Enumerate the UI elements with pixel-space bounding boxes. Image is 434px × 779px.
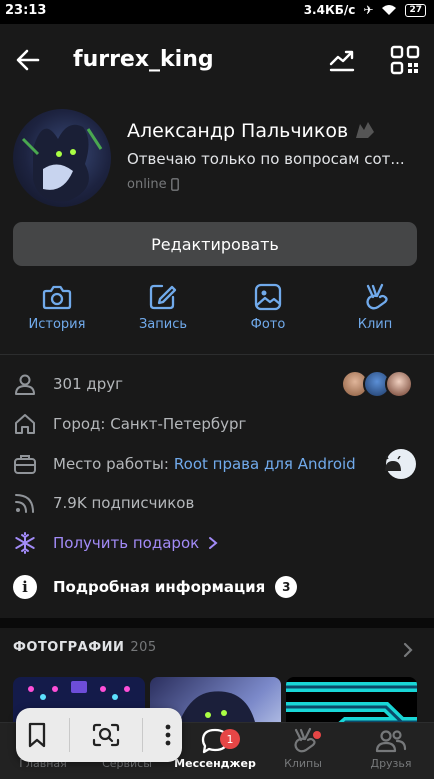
action-story[interactable]: История (12, 283, 102, 332)
wolf-emoji-icon (356, 122, 375, 138)
messenger-badge: 1 (220, 729, 240, 749)
action-label: Фото (250, 317, 286, 332)
tab-clips[interactable]: Клипы (260, 727, 346, 770)
tab-label: Клипы (284, 757, 322, 770)
details-button[interactable]: i Подробная информация 3 (13, 575, 298, 599)
city-text: Город: Санкт-Петербург (53, 415, 247, 433)
tab-label: Мессенджер (174, 757, 256, 770)
section-divider (0, 618, 434, 628)
battery-icon: 27 (405, 3, 426, 17)
city-row: Город: Санкт-Петербург (13, 409, 421, 439)
top-bar: furrex_king (0, 24, 434, 98)
divider (0, 354, 434, 355)
clips-icon (294, 727, 316, 753)
airplane-icon: ✈ (363, 3, 374, 17)
action-label: История (28, 317, 86, 332)
gift-row[interactable]: Получить подарок (13, 528, 421, 558)
status-right: 3.4КБ/с ✈ 27 (304, 3, 426, 17)
toolbar-separator (141, 718, 143, 752)
quick-actions: История Запись Фото Клип (0, 283, 434, 341)
statistics-icon[interactable] (328, 46, 356, 74)
work-prefix: Место работы: (53, 455, 169, 473)
tab-messenger[interactable]: Мессенджер 1 (172, 727, 258, 770)
home-icon (15, 414, 35, 434)
mobile-phone-icon (170, 178, 179, 191)
friends-avatars[interactable] (341, 370, 413, 398)
floating-toolbar (16, 708, 182, 762)
action-photo[interactable]: Фото (223, 283, 313, 332)
snowflake-icon (15, 532, 35, 554)
info-icon: i (13, 575, 37, 599)
avatar[interactable] (13, 109, 111, 207)
photos-title: ФОТОГРАФИИ (13, 640, 125, 655)
photos-header[interactable]: ФОТОГРАФИИ 205 (13, 640, 157, 655)
android-logo-icon[interactable] (385, 449, 416, 479)
friends-row[interactable]: 301 друг (13, 369, 421, 399)
profile-name: Александр Пальчиков (127, 120, 376, 142)
page-title: furrex_king (73, 47, 214, 72)
chevron-right-icon[interactable] (402, 642, 414, 658)
net-speed: 3.4КБ/с (303, 3, 356, 17)
qr-code-icon[interactable] (390, 45, 420, 75)
tab-friends[interactable]: Друзья (348, 727, 434, 770)
status-time: 23:13 (5, 3, 47, 18)
followers-row[interactable]: 7.9K подписчиков (13, 488, 421, 518)
tab-label: Друзья (370, 757, 412, 770)
avatar-art (21, 124, 103, 202)
friends-icon (375, 730, 407, 753)
action-post[interactable]: Запись (118, 283, 208, 332)
bookmark-icon[interactable] (26, 722, 48, 748)
lens-search-icon[interactable] (91, 722, 121, 748)
clips-notification-dot (313, 731, 321, 739)
friends-count: 301 друг (53, 375, 124, 393)
followers-count: 7.9K подписчиков (53, 494, 195, 512)
work-link[interactable]: Root права для Android (174, 455, 356, 473)
online-status: online (127, 177, 179, 192)
more-vertical-icon[interactable] (164, 722, 172, 748)
friend-avatar (385, 370, 413, 398)
profile-status[interactable]: Отвечаю только по вопросам сот... (127, 150, 417, 168)
chevron-right-icon (209, 537, 218, 549)
camera-icon (42, 285, 72, 310)
work-row: Место работы: Root права для Android (13, 449, 421, 479)
rss-icon (15, 494, 34, 513)
details-label: Подробная информация (53, 578, 266, 596)
gift-label: Получить подарок (53, 534, 200, 552)
briefcase-icon (14, 455, 36, 474)
action-label: Клип (357, 317, 393, 332)
details-count-badge: 3 (275, 576, 298, 598)
photos-count: 205 (130, 640, 157, 655)
clip-icon (366, 283, 388, 310)
image-icon (254, 283, 282, 311)
status-bar: 23:13 3.4КБ/с ✈ 27 (0, 0, 434, 24)
toolbar-separator (69, 718, 71, 752)
edit-icon (149, 284, 177, 310)
back-arrow-icon[interactable] (14, 46, 42, 74)
person-icon (15, 374, 35, 395)
action-clip[interactable]: Клип (330, 283, 420, 332)
profile-main: Александр Пальчиков Отвечаю только по во… (0, 98, 434, 779)
edit-profile-button[interactable]: Редактировать (13, 222, 417, 266)
wifi-icon (382, 5, 397, 15)
action-label: Запись (138, 317, 188, 332)
